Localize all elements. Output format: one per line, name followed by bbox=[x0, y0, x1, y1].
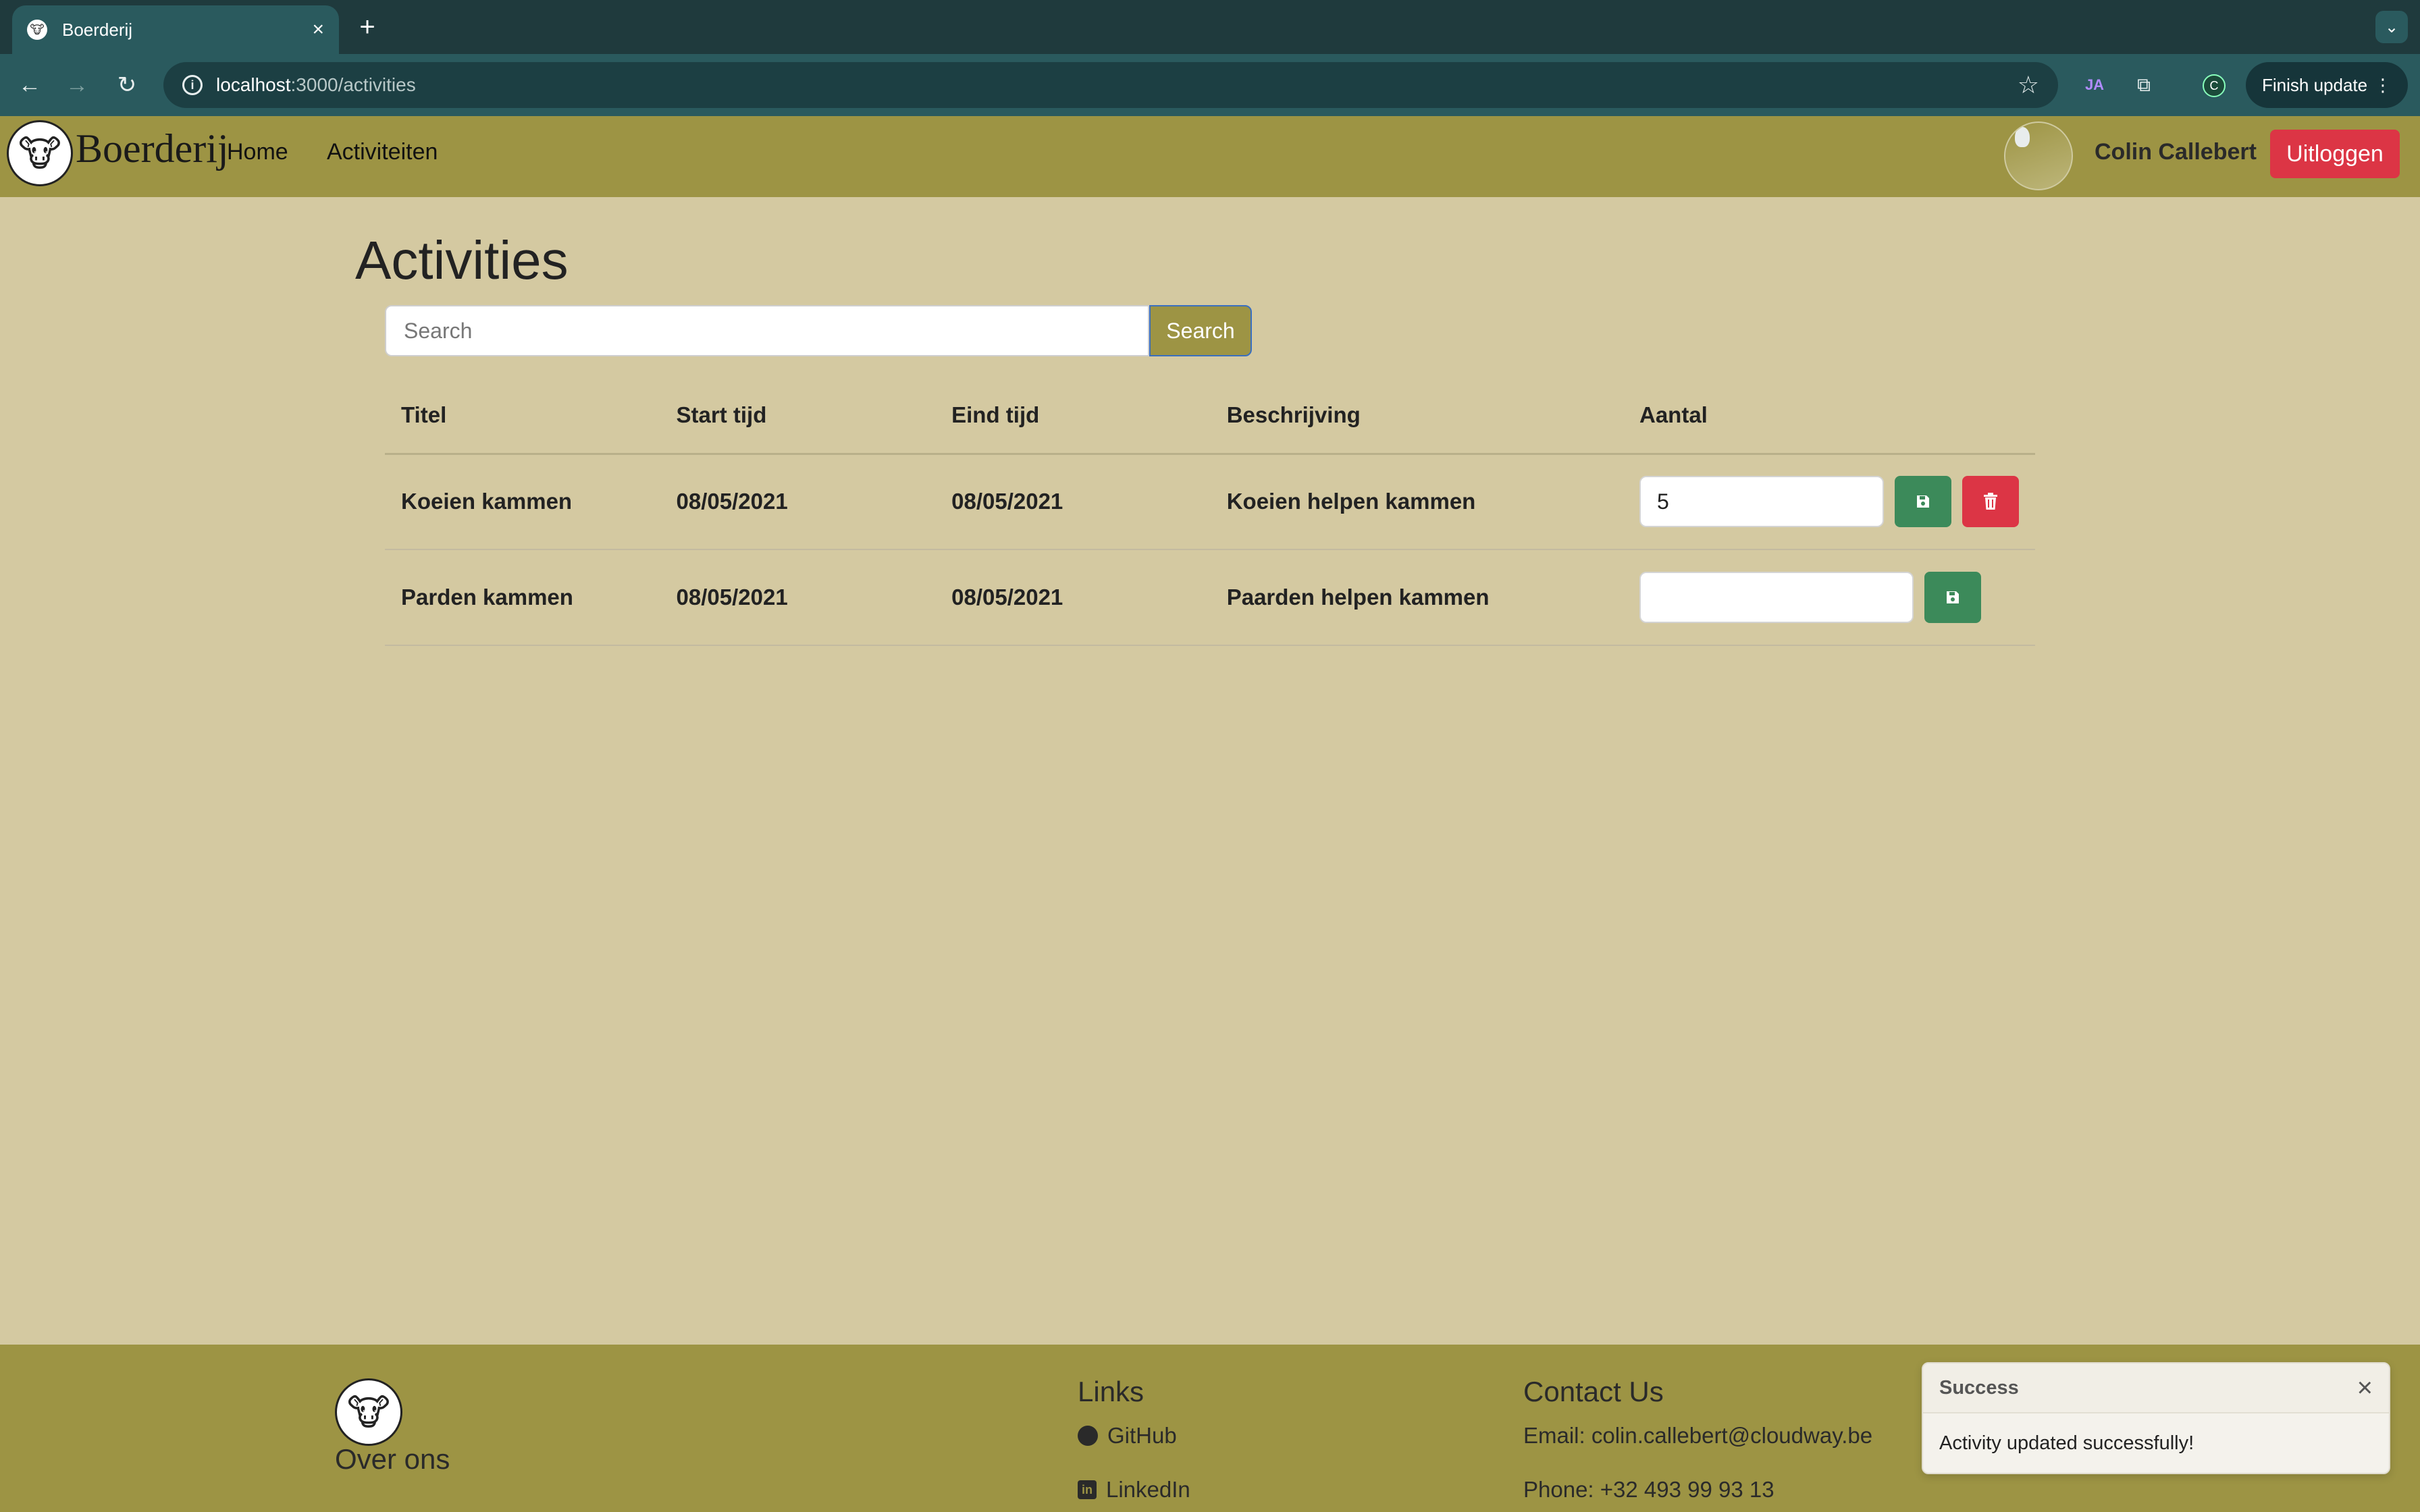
footer-about-heading: Over ons bbox=[335, 1443, 450, 1475]
finish-update-label: Finish update bbox=[2262, 74, 2368, 95]
footer-link-github[interactable]: GitHub bbox=[1078, 1423, 1177, 1449]
address-bar[interactable]: i localhost:3000/activities ☆ bbox=[163, 62, 2058, 108]
table-row: Koeien kammen 08/05/2021 08/05/2021 Koei… bbox=[385, 454, 2035, 549]
table-header-row: Titel Start tijd Eind tijd Beschrijving … bbox=[385, 378, 2035, 454]
save-icon bbox=[1947, 591, 1959, 603]
cell-titel: Koeien kammen bbox=[401, 489, 573, 514]
toast-title: Success bbox=[1939, 1376, 2019, 1399]
tab-close-icon[interactable]: × bbox=[312, 18, 324, 41]
save-icon bbox=[1917, 495, 1929, 508]
save-button[interactable] bbox=[1924, 572, 1981, 623]
extensions-puzzle-icon[interactable]: ⧉ bbox=[2127, 68, 2161, 103]
activities-table: Titel Start tijd Eind tijd Beschrijving … bbox=[385, 378, 2035, 646]
toast-header: Success × bbox=[1923, 1364, 2389, 1413]
extension-ja-icon[interactable]: JA bbox=[2080, 68, 2109, 103]
aantal-controls bbox=[1639, 476, 2019, 528]
more-vert-icon: ⋮ bbox=[2374, 74, 2392, 95]
page-title: Activities bbox=[355, 230, 569, 290]
linkedin-icon: in bbox=[1078, 1480, 1097, 1499]
nav-link-home[interactable]: Home bbox=[227, 139, 288, 165]
url-path: :3000/activities bbox=[290, 74, 416, 95]
trash-icon bbox=[1984, 493, 1997, 510]
search-button[interactable]: Search bbox=[1149, 305, 1252, 356]
reload-icon[interactable]: ↻ bbox=[109, 68, 144, 103]
column-header-aantal: Aantal bbox=[1639, 402, 1708, 428]
site-navbar: 🐮 Boerderij Home Activiteiten Colin Call… bbox=[0, 116, 2420, 197]
footer-email: Email: colin.callebert@cloudway.be bbox=[1523, 1423, 1873, 1448]
new-tab-icon[interactable]: + bbox=[354, 9, 381, 45]
cell-start-tijd: 08/05/2021 bbox=[676, 489, 788, 514]
cell-start-tijd: 08/05/2021 bbox=[676, 585, 788, 610]
brand-name[interactable]: Boerderij bbox=[76, 126, 229, 172]
close-icon[interactable]: × bbox=[2357, 1374, 2373, 1401]
user-name: Colin Callebert bbox=[2095, 139, 2257, 165]
tab-title: Boerderij bbox=[62, 19, 133, 40]
footer-phone: Phone: +32 493 99 93 13 bbox=[1523, 1477, 1774, 1502]
footer-link-linkedin[interactable]: in LinkedIn bbox=[1078, 1477, 1190, 1503]
cell-aantal bbox=[1623, 454, 2035, 549]
nav-link-activiteiten[interactable]: Activiteiten bbox=[327, 139, 438, 165]
footer-contact-heading: Contact Us bbox=[1523, 1376, 1664, 1407]
bookmark-star-icon[interactable]: ☆ bbox=[2018, 71, 2039, 99]
cell-titel: Parden kammen bbox=[401, 585, 573, 610]
table-row: Parden kammen 08/05/2021 08/05/2021 Paar… bbox=[385, 549, 2035, 645]
column-header-eind-tijd: Eind tijd bbox=[951, 402, 1040, 428]
profile-avatar[interactable]: C bbox=[2203, 74, 2226, 97]
aantal-input[interactable] bbox=[1639, 572, 1914, 623]
cell-eind-tijd: 08/05/2021 bbox=[951, 489, 1063, 514]
forward-icon[interactable]: → bbox=[59, 68, 95, 103]
cell-aantal bbox=[1623, 549, 2035, 645]
footer-link-linkedin-label: LinkedIn bbox=[1106, 1477, 1190, 1502]
browser-toolbar: ← → ↻ i localhost:3000/activities ☆ JA ⧉… bbox=[0, 54, 2420, 116]
favicon-icon: 🐮 bbox=[27, 20, 47, 40]
search-input[interactable] bbox=[385, 305, 1149, 356]
cell-eind-tijd: 08/05/2021 bbox=[951, 585, 1063, 610]
site-info-icon[interactable]: i bbox=[182, 75, 203, 95]
logout-button[interactable]: Uitloggen bbox=[2270, 130, 2400, 178]
back-icon[interactable]: ← bbox=[12, 68, 47, 103]
browser-tab[interactable]: 🐮 Boerderij × bbox=[12, 5, 339, 54]
url-host: localhost bbox=[216, 74, 291, 95]
aantal-controls bbox=[1639, 572, 2019, 623]
save-button[interactable] bbox=[1895, 476, 1951, 528]
success-toast: Success × Activity updated successfully! bbox=[1922, 1362, 2390, 1474]
footer-links-heading: Links bbox=[1078, 1376, 1145, 1407]
browser-tabstrip: 🐮 Boerderij × + ⌄ bbox=[0, 0, 2420, 54]
cow-logo-icon[interactable]: 🐮 bbox=[7, 120, 73, 186]
cell-beschrijving: Paarden helpen kammen bbox=[1226, 585, 1490, 610]
user-avatar[interactable] bbox=[2004, 122, 2073, 190]
column-header-titel: Titel bbox=[401, 402, 447, 428]
aantal-input[interactable] bbox=[1639, 476, 1884, 528]
toast-message: Activity updated successfully! bbox=[1939, 1432, 2194, 1454]
github-icon bbox=[1078, 1426, 1098, 1446]
finish-update-button[interactable]: Finish update ⋮ bbox=[2246, 62, 2408, 108]
tab-search-chevron-icon[interactable]: ⌄ bbox=[2375, 11, 2408, 43]
column-header-start-tijd: Start tijd bbox=[676, 402, 767, 428]
cell-beschrijving: Koeien helpen kammen bbox=[1226, 489, 1476, 514]
column-header-beschrijving: Beschrijving bbox=[1226, 402, 1361, 428]
delete-button[interactable] bbox=[1962, 476, 2019, 528]
footer-cow-logo-icon: 🐮 bbox=[335, 1378, 402, 1446]
footer-link-github-label: GitHub bbox=[1107, 1423, 1177, 1448]
